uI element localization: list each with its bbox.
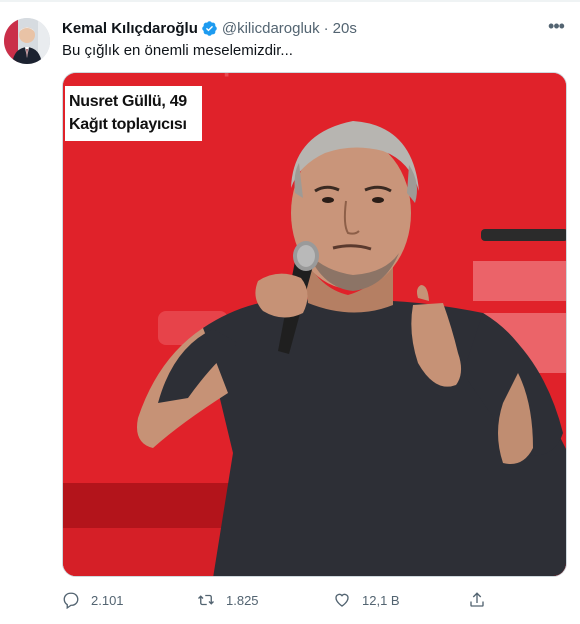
retweet-icon — [198, 594, 214, 606]
reply-button[interactable]: 2.101 — [62, 591, 197, 609]
like-count: 12,1 B — [362, 592, 400, 608]
caption-name: Nusret Güllü, 49 — [69, 93, 187, 110]
author-handle[interactable]: @kilicdarogluk — [222, 20, 320, 37]
tweet-header: Kemal Kılıçdaroğlu @kilicdarogluk · 20s — [62, 17, 568, 39]
like-icon — [335, 593, 349, 607]
share-button[interactable] — [468, 591, 497, 609]
reply-icon — [63, 592, 79, 609]
media-image: · — [63, 73, 566, 576]
caption-occupation: Kağıt toplayıcısı — [69, 116, 187, 133]
video-caption: Nusret Güllü, 49 Kağıt toplayıcısı — [65, 86, 202, 141]
timestamp[interactable]: 20s — [333, 20, 357, 37]
separator-dot: · — [323, 19, 329, 37]
retweet-count: 1.825 — [226, 592, 259, 608]
tweet-text: Bu çığlık en önemli meselemizdir... — [62, 42, 293, 59]
verified-badge-icon — [201, 20, 218, 37]
author-name[interactable]: Kemal Kılıçdaroğlu — [62, 20, 198, 37]
more-icon[interactable]: ••• — [546, 16, 566, 36]
like-button[interactable]: 12,1 B — [333, 591, 468, 609]
retweet-button[interactable]: 1.825 — [197, 591, 333, 609]
share-icon — [470, 592, 484, 607]
avatar[interactable] — [4, 18, 50, 64]
svg-text:·: · — [223, 73, 232, 89]
top-divider — [0, 0, 580, 2]
action-bar: 2.101 1.825 12,1 B — [62, 588, 522, 612]
reply-count: 2.101 — [91, 592, 124, 608]
tweet-media[interactable]: · Nusret Güllü, 49 Kağıt toplayıcısı — [62, 72, 567, 577]
